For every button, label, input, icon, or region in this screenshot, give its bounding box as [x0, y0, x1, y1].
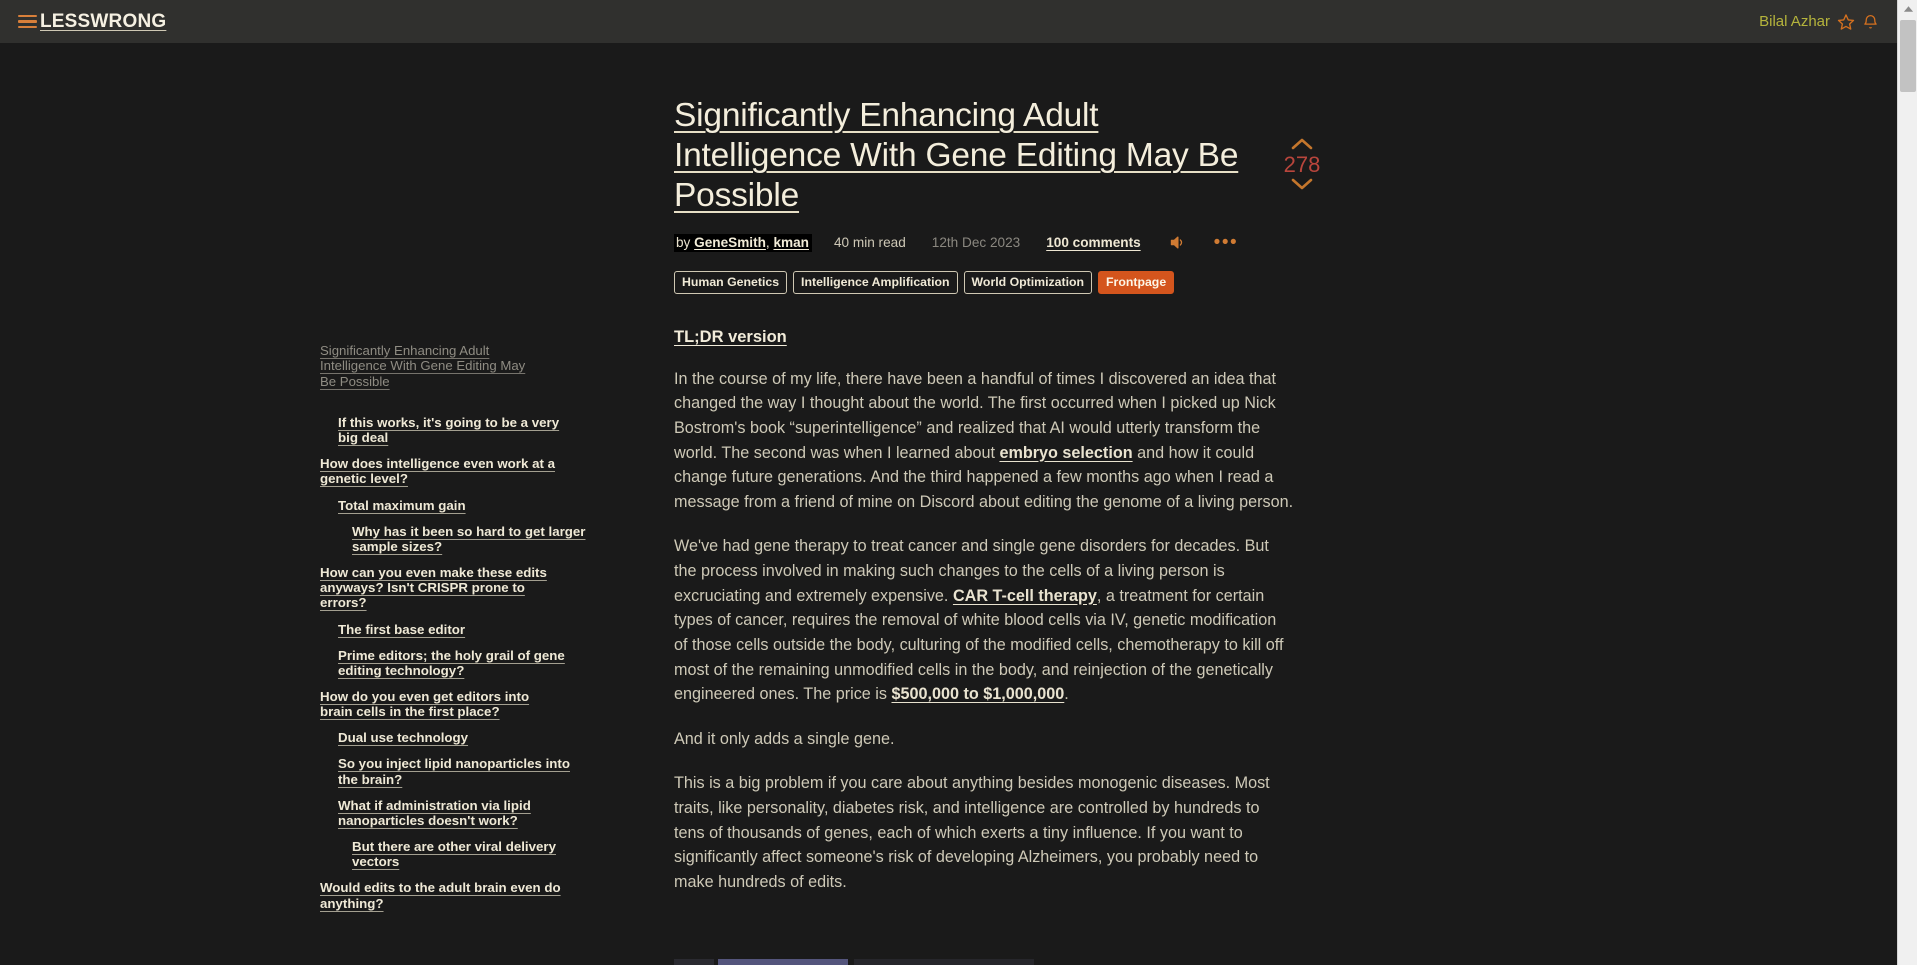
peek-block	[854, 959, 1034, 965]
toc-item[interactable]: Why has it been so hard to get larger sa…	[352, 524, 595, 554]
tag-human-genetics[interactable]: Human Genetics	[674, 270, 788, 294]
section-heading-wrap: TL;DR version	[674, 328, 1314, 347]
tag-frontpage[interactable]: Frontpage	[1098, 270, 1175, 294]
section-heading-tldr[interactable]: TL;DR version	[674, 328, 787, 347]
tag-intelligence-amplification[interactable]: Intelligence Amplification	[793, 270, 958, 294]
site-logo-lesswrong[interactable]: LESSWRONG	[40, 11, 166, 33]
hamburger-bar	[18, 14, 37, 18]
toc-item[interactable]: So you inject lipid nanoparticles into t…	[338, 756, 581, 786]
brand-area: LESSWRONG	[18, 11, 166, 33]
app-root: LESSWRONG Bilal Azhar Significantly Enha…	[0, 0, 1917, 965]
paragraph-4: This is a big problem if you care about …	[674, 774, 1270, 891]
toc-item[interactable]: Total maximum gain	[338, 498, 581, 513]
post-main-column: Significantly Enhancing Adult Intelligen…	[674, 43, 1314, 895]
hamburger-icon[interactable]	[18, 14, 37, 29]
author-link-genesmith[interactable]: GeneSmith	[694, 235, 766, 250]
peek-block-highlighted	[718, 959, 848, 965]
tag-world-optimization[interactable]: World Optimization	[963, 270, 1093, 294]
paragraph-2: We've had gene therapy to treat cancer a…	[674, 534, 1294, 706]
hamburger-bar	[18, 20, 37, 23]
toc-item[interactable]: Dual use technology	[338, 730, 581, 745]
read-time: 40 min read	[833, 235, 906, 251]
comments-link[interactable]: 100 comments	[1046, 235, 1140, 250]
bell-icon[interactable]	[1862, 13, 1879, 31]
top-navbar: LESSWRONG Bilal Azhar	[0, 0, 1897, 43]
toc-item[interactable]: But there are other viral delivery vecto…	[352, 839, 595, 869]
paragraph-3: And it only adds a single gene.	[674, 729, 895, 748]
post-date: 12th Dec 2023	[931, 235, 1021, 251]
toc-item[interactable]: If this works, it's going to be a very b…	[338, 415, 581, 445]
table-of-contents: Significantly Enhancing Adult Intelligen…	[0, 43, 600, 922]
user-menu-button[interactable]: Bilal Azhar	[1759, 13, 1830, 30]
navbar-right: Bilal Azhar	[1759, 0, 1879, 43]
link-price-range[interactable]: $500,000 to $1,000,000	[891, 685, 1064, 703]
page-title[interactable]: Significantly Enhancing Adult Intelligen…	[674, 96, 1254, 217]
toc-item[interactable]: Would edits to the adult brain even do a…	[320, 880, 563, 910]
toc-item[interactable]: What if administration via lipid nanopar…	[338, 798, 581, 828]
toc-item[interactable]: How does intelligence even work at a gen…	[320, 456, 563, 486]
toc-item[interactable]: The first base editor	[338, 622, 581, 637]
toc-list: Significantly Enhancing Adult Intelligen…	[0, 343, 600, 911]
hamburger-bar	[18, 25, 37, 29]
toc-item[interactable]: How can you even make these edits anyway…	[320, 565, 563, 610]
tag-list: Human Genetics Intelligence Amplificatio…	[674, 270, 1314, 294]
paragraph-1: In the course of my life, there have bee…	[674, 367, 1294, 515]
byline-by-label: by	[676, 234, 695, 250]
link-car-t-cell-therapy[interactable]: CAR T-cell therapy	[953, 587, 1097, 605]
peek-block	[674, 959, 714, 965]
vertical-scrollbar[interactable]	[1897, 0, 1917, 965]
toc-item-post-title[interactable]: Significantly Enhancing Adult Intelligen…	[320, 343, 530, 389]
toc-item[interactable]: Prime editors; the holy grail of gene ed…	[338, 648, 581, 678]
speaker-icon[interactable]	[1168, 234, 1187, 251]
scroll-up-arrow-icon[interactable]	[1898, 0, 1917, 18]
scrollbar-thumb[interactable]	[1900, 20, 1916, 92]
post-body: TL;DR version In the course of my life, …	[674, 328, 1314, 895]
toc-item[interactable]: How do you even get editors into brain c…	[320, 689, 563, 719]
author-link-kman[interactable]: kman	[773, 235, 809, 250]
ellipsis-icon[interactable]: •••	[1214, 233, 1238, 253]
author-list: by GeneSmith, kman	[674, 233, 812, 252]
link-embryo-selection[interactable]: embryo selection	[999, 444, 1132, 462]
page-viewport: LESSWRONG Bilal Azhar Significantly Enha…	[0, 0, 1897, 965]
star-icon[interactable]	[1837, 13, 1855, 31]
post-byline: by GeneSmith, kman 40 min read 12th Dec …	[674, 233, 1314, 253]
below-fold-content-peek	[674, 959, 1074, 965]
paragraph-2-text-c: .	[1064, 685, 1069, 704]
